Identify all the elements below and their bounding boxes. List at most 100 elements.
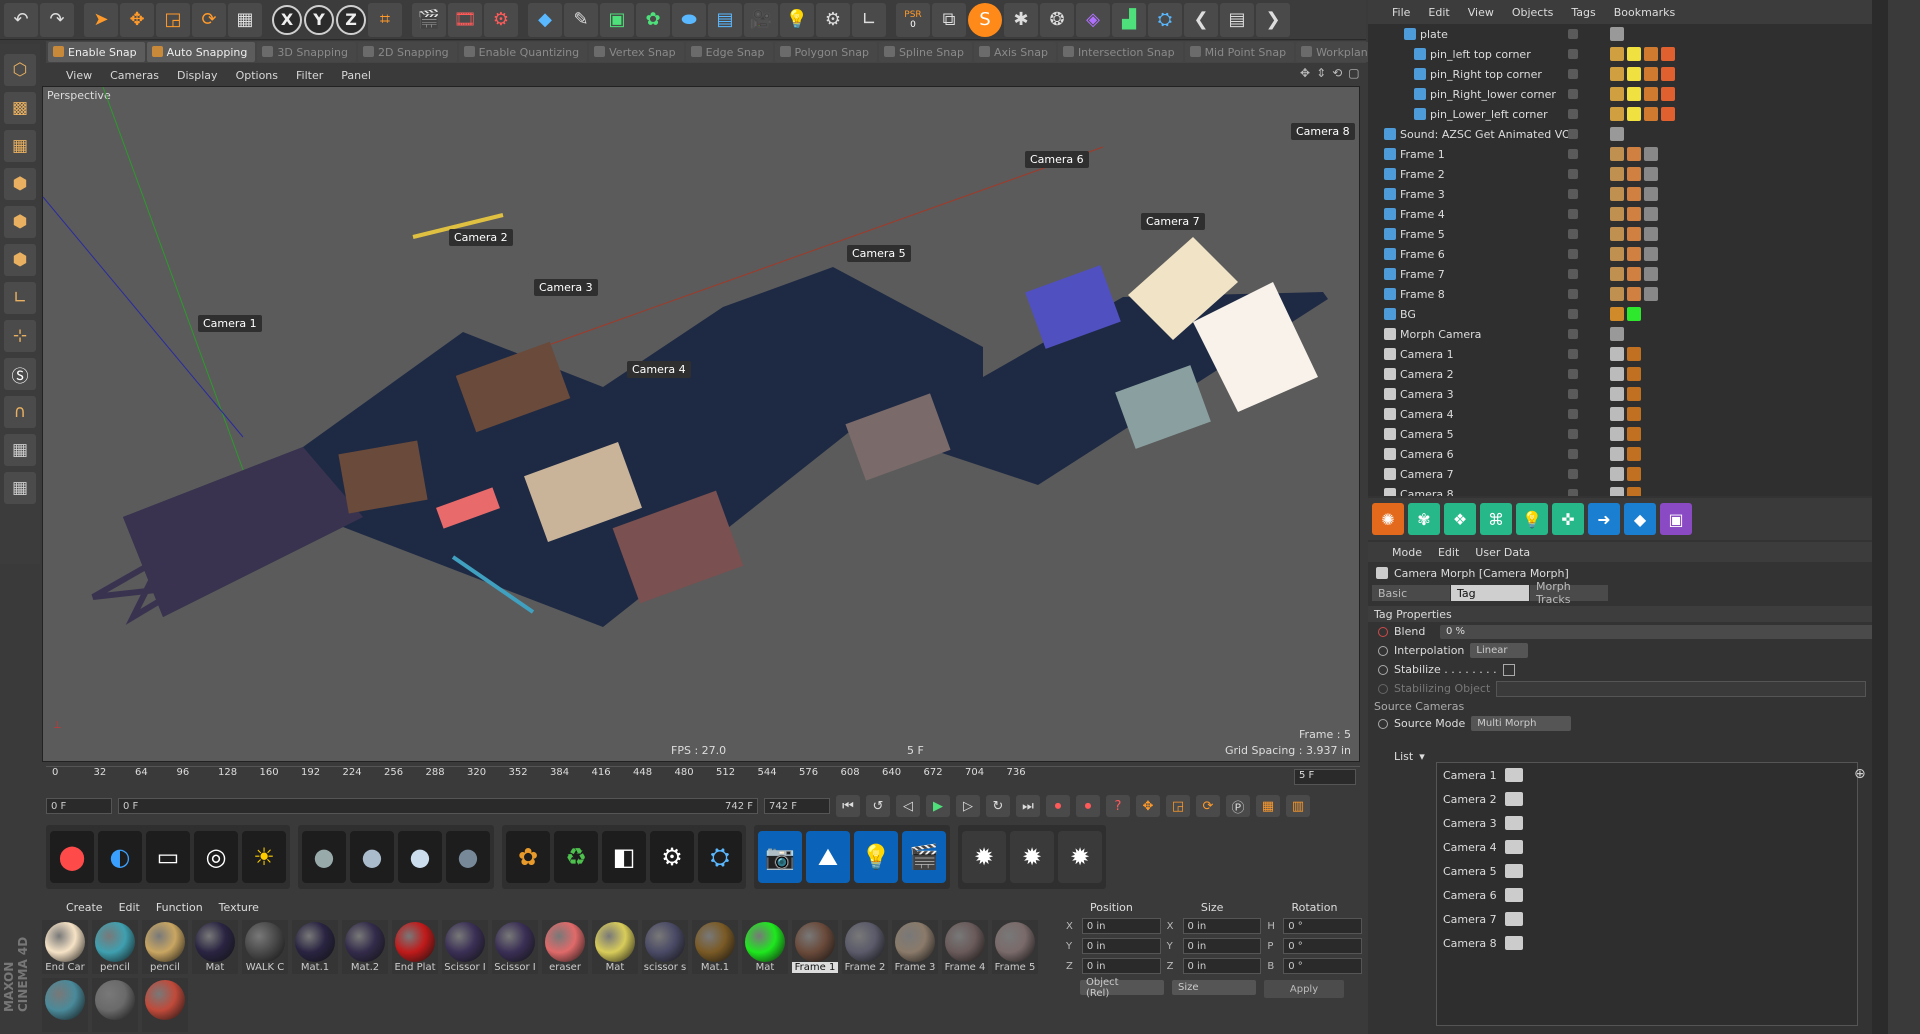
object-tag-icon[interactable] [1644, 267, 1658, 281]
start-frame-field[interactable]: 0 F [46, 798, 112, 814]
psr-button[interactable]: PSR 0 [896, 2, 930, 37]
chart-plugin-icon[interactable]: ▟ [1112, 2, 1146, 37]
z-axis-lock-button[interactable]: Z [336, 4, 366, 35]
visibility-toggle[interactable] [1568, 469, 1578, 479]
object-tag-icon[interactable] [1610, 27, 1624, 41]
source-camera-item[interactable]: Camera 7 [1437, 907, 1857, 931]
object-tag-icon[interactable] [1644, 167, 1658, 181]
size-z-field[interactable]: 0 in [1182, 958, 1262, 974]
object-tag-icon[interactable] [1644, 187, 1658, 201]
stabilize-checkbox[interactable] [1502, 663, 1515, 676]
toggle-view-icon[interactable]: ▢ [1348, 66, 1359, 80]
snap-toggle-9[interactable]: Axis Snap [973, 42, 1056, 62]
previous-key-icon[interactable]: ↺ [866, 795, 890, 817]
visibility-toggle[interactable] [1568, 269, 1578, 279]
material-swatch[interactable]: Mat.1 [292, 920, 338, 974]
object-tag-icon[interactable] [1610, 287, 1624, 301]
object-row[interactable]: pin_Right top corner [1368, 64, 1888, 84]
snap-toggle-4[interactable]: Enable Quantizing [458, 42, 588, 62]
rotation-b-field[interactable]: 0 ° [1283, 958, 1363, 974]
object-tag-icon[interactable] [1627, 227, 1641, 241]
spline-pen-icon[interactable]: ✎ [564, 2, 598, 37]
source-cameras-section[interactable]: Source Cameras [1368, 698, 1888, 714]
object-row[interactable]: Camera 1 [1368, 344, 1888, 364]
visibility-toggle[interactable] [1568, 389, 1578, 399]
object-tag-icon[interactable] [1627, 367, 1641, 381]
object-row[interactable]: Frame 1 [1368, 144, 1888, 164]
visibility-toggle[interactable] [1568, 69, 1578, 79]
object-tag-icon[interactable] [1627, 67, 1641, 81]
visibility-toggle[interactable] [1568, 349, 1578, 359]
om-menu-edit[interactable]: Edit [1428, 6, 1449, 19]
source-camera-item[interactable]: Camera 6 [1437, 883, 1857, 907]
interpolation-animate-icon[interactable] [1378, 645, 1388, 656]
autokey-icon[interactable]: ⏺ [1076, 795, 1100, 817]
object-tag-icon[interactable] [1661, 67, 1675, 81]
visibility-toggle[interactable] [1568, 149, 1578, 159]
object-row[interactable]: Frame 8 [1368, 284, 1888, 304]
source-mode-select[interactable]: Multi Morph [1471, 716, 1572, 731]
object-row[interactable]: Camera 2 [1368, 364, 1888, 384]
perspective-viewport[interactable]: Perspective Camera 1 Camera 2 Camera 3 C… [42, 86, 1360, 762]
edges-mode-icon[interactable]: ⬢ [4, 206, 36, 238]
object-tag-icon[interactable] [1627, 47, 1641, 61]
camera-2-label[interactable]: Camera 2 [449, 229, 513, 246]
object-tag-icon[interactable] [1627, 427, 1641, 441]
cube-primitive-icon[interactable]: ◆ [528, 2, 562, 37]
size-mode-select[interactable]: Size [1172, 980, 1256, 995]
object-tag-icon[interactable] [1627, 107, 1641, 121]
object-tag-icon[interactable] [1627, 267, 1641, 281]
previous-frame-icon[interactable]: ◁ [896, 795, 920, 817]
object-tag-icon[interactable] [1644, 67, 1658, 81]
material-swatch[interactable]: pencil [92, 920, 138, 974]
scene-plugin-icon[interactable]: ⛭ [1148, 2, 1182, 37]
object-tag-icon[interactable] [1644, 107, 1658, 121]
material-swatch[interactable]: Frame 4 [942, 920, 988, 974]
object-tag-icon[interactable] [1627, 407, 1641, 421]
visibility-toggle[interactable] [1568, 229, 1578, 239]
object-tag-icon[interactable] [1610, 327, 1624, 341]
render-settings-icon[interactable]: ⚙ [484, 2, 518, 37]
badge-2-icon[interactable]: ✹ [1010, 831, 1054, 883]
visibility-toggle[interactable] [1568, 309, 1578, 319]
visibility-toggle[interactable] [1568, 169, 1578, 179]
tree-icon[interactable]: ✿ [506, 831, 550, 883]
object-row[interactable]: plate [1368, 24, 1888, 44]
rotation-p-field[interactable]: 0 ° [1283, 938, 1363, 954]
visibility-toggle[interactable] [1568, 49, 1578, 59]
object-tag-icon[interactable] [1610, 227, 1624, 241]
material-swatch[interactable]: Scissor I [442, 920, 488, 974]
undo-icon[interactable]: ↶ [4, 2, 38, 37]
snap-toggle-2[interactable]: 3D Snapping [257, 42, 357, 62]
material-swatch[interactable]: Frame 2 [842, 920, 888, 974]
apply-button[interactable]: Apply [1264, 980, 1344, 998]
current-frame-field[interactable]: 5 F [1294, 769, 1356, 785]
bulb-object-icon[interactable]: 💡 [1516, 503, 1548, 535]
redo-icon[interactable]: ↷ [40, 2, 74, 37]
badge-3-icon[interactable]: ✹ [1058, 831, 1102, 883]
gear-icon[interactable]: ⚙ [650, 831, 694, 883]
object-row[interactable]: Camera 7 [1368, 464, 1888, 484]
material-swatch[interactable]: eraser [542, 920, 588, 974]
viewport-menu-panel[interactable]: Panel [341, 69, 371, 82]
camera-3-label[interactable]: Camera 3 [534, 279, 598, 296]
source-camera-item[interactable]: Camera 3 [1437, 811, 1857, 835]
stabilizing-object-animate-icon[interactable] [1378, 683, 1388, 694]
viewport-menu-display[interactable]: Display [177, 69, 218, 82]
object-tag-icon[interactable] [1644, 87, 1658, 101]
badge-1-icon[interactable]: ✹ [962, 831, 1006, 883]
object-tag-icon[interactable] [1661, 87, 1675, 101]
snap-toggle-7[interactable]: Polygon Snap [774, 42, 877, 62]
object-tag-icon[interactable] [1627, 387, 1641, 401]
move-icon[interactable]: ✥ [120, 2, 154, 37]
box-object-icon[interactable]: ▣ [1660, 503, 1692, 535]
am-menu-edit[interactable]: Edit [1438, 546, 1459, 559]
sphere-dark-icon[interactable]: ● [446, 831, 490, 883]
object-row[interactable]: pin_Lower_left corner [1368, 104, 1888, 124]
material-swatch[interactable]: Frame 1 [792, 920, 838, 974]
object-tag-icon[interactable] [1610, 167, 1624, 181]
object-row[interactable]: Camera 3 [1368, 384, 1888, 404]
zoom-view-icon[interactable]: ⇕ [1316, 66, 1326, 80]
snap-toggle-10[interactable]: Intersection Snap [1057, 42, 1183, 62]
solo-mode-icon[interactable]: Ⓢ [4, 358, 36, 390]
